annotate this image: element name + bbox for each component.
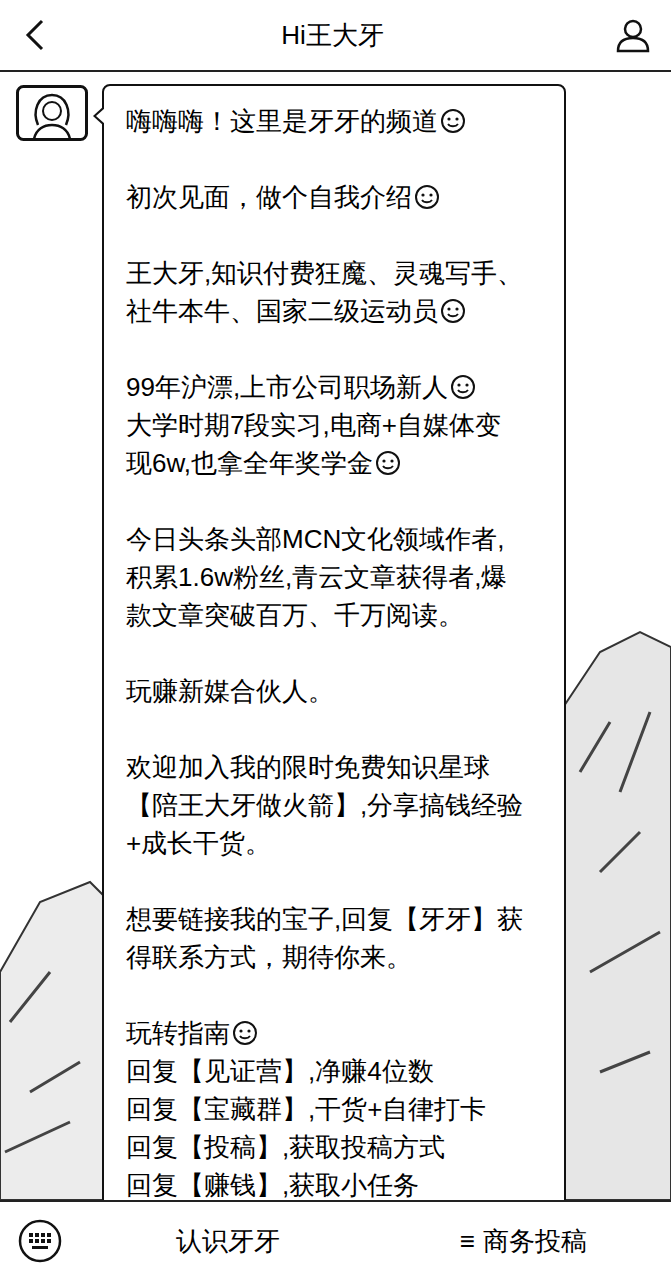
message-line: 回复【投稿】,获取投稿方式 [126, 1128, 552, 1166]
back-icon[interactable] [20, 17, 50, 53]
chat-area: 嗨嗨嗨！这里是牙牙的频道初次见面，做个自我介绍王大牙,知识付费狂魔、灵魂写手、社… [0, 72, 671, 1200]
message-line: 积累1.6w粉丝,青云文章获得者,爆 [126, 558, 552, 596]
message-line: 初次见面，做个自我介绍 [126, 178, 552, 216]
message-line: 得联系方式，期待你来。 [126, 938, 552, 976]
message-paragraph: 初次见面，做个自我介绍 [126, 178, 552, 216]
message-line: 嗨嗨嗨！这里是牙牙的频道 [126, 102, 552, 140]
message-line: 99年沪漂,上市公司职场新人 [126, 368, 552, 406]
message-line: 【陪王大牙做火箭】,分享搞钱经验 [126, 786, 552, 824]
avatar-icon[interactable] [16, 85, 88, 141]
message-line: +成长干货。 [126, 824, 552, 862]
message-paragraph: 嗨嗨嗨！这里是牙牙的频道 [126, 102, 552, 140]
message-line: 玩转指南 [126, 1014, 552, 1052]
smiley-icon [440, 298, 466, 324]
smiley-icon [375, 450, 401, 476]
message-line: 回复【宝藏群】,干货+自律打卡 [126, 1090, 552, 1128]
message-paragraph: 玩转指南回复【见证营】,净赚4位数回复【宝藏群】,干货+自律打卡回复【投稿】,获… [126, 1014, 552, 1200]
message-line: 今日头条头部MCN文化领域作者, [126, 520, 552, 558]
message-line: 想要链接我的宝子,回复【牙牙】获 [126, 900, 552, 938]
message-line: 现6w,也拿全年奖学金 [126, 444, 552, 482]
profile-icon[interactable] [615, 17, 651, 53]
bottom-menu: 认识牙牙≡商务投稿 [0, 1200, 671, 1280]
smiley-icon [414, 184, 440, 210]
smiley-icon [440, 108, 466, 134]
message-paragraph: 想要链接我的宝子,回复【牙牙】获得联系方式，期待你来。 [126, 900, 552, 976]
message-line: 回复【见证营】,净赚4位数 [126, 1052, 552, 1090]
header: Hi王大牙 [0, 0, 671, 72]
message-paragraph: 玩赚新媒合伙人。 [126, 672, 552, 710]
message-paragraph: 今日头条头部MCN文化领域作者,积累1.6w粉丝,青云文章获得者,爆款文章突破百… [126, 520, 552, 634]
smiley-icon [450, 374, 476, 400]
menu-button[interactable]: 认识牙牙 [80, 1211, 376, 1271]
message-line: 欢迎加入我的限时免费知识星球 [126, 748, 552, 786]
message-line: 回复【赚钱】,获取小任务 [126, 1166, 552, 1200]
message-line: 王大牙,知识付费狂魔、灵魂写手、 [126, 254, 552, 292]
keyboard-icon[interactable] [18, 1219, 62, 1263]
message-paragraph: 欢迎加入我的限时免费知识星球【陪王大牙做火箭】,分享搞钱经验+成长干货。 [126, 748, 552, 862]
message-paragraph: 99年沪漂,上市公司职场新人大学时期7段实习,电商+自媒体变现6w,也拿全年奖学… [126, 368, 552, 482]
message-line: 社牛本牛、国家二级运动员 [126, 292, 552, 330]
smiley-icon [232, 1020, 258, 1046]
message-line: 大学时期7段实习,电商+自媒体变 [126, 406, 552, 444]
message-paragraph: 王大牙,知识付费狂魔、灵魂写手、社牛本牛、国家二级运动员 [126, 254, 552, 330]
page-title: Hi王大牙 [281, 16, 384, 55]
menu-button[interactable]: ≡商务投稿 [376, 1211, 671, 1271]
message-bubble: 嗨嗨嗨！这里是牙牙的频道初次见面，做个自我介绍王大牙,知识付费狂魔、灵魂写手、社… [102, 84, 566, 1200]
message-line: 款文章突破百万、千万阅读。 [126, 596, 552, 634]
message-line: 玩赚新媒合伙人。 [126, 672, 552, 710]
